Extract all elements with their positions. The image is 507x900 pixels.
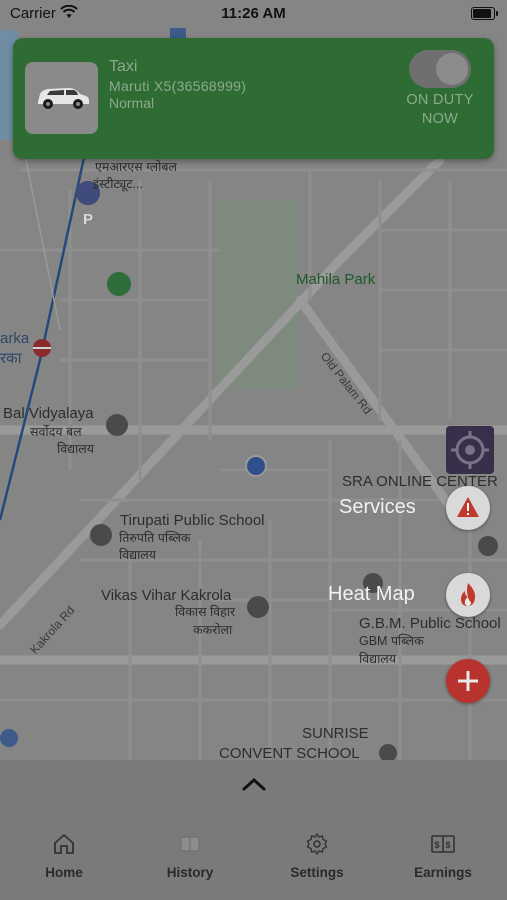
- map-label: ककरोला: [193, 623, 233, 637]
- recenter-button[interactable]: [446, 426, 494, 474]
- vehicle-type: Taxi: [109, 58, 138, 75]
- map-label: इंस्टीट्यूट...: [93, 177, 143, 191]
- heat-map-button[interactable]: [446, 573, 490, 617]
- map-label: सर्वोदय बल: [30, 425, 82, 439]
- duty-status-card: Taxi Maruti X5(36568999) Normal ON DUTY …: [13, 38, 494, 159]
- duty-status-label: ON DUTY NOW: [406, 92, 474, 127]
- clock: 11:26 AM: [221, 5, 286, 22]
- crosshair-icon: [451, 431, 489, 469]
- tab-label: Home: [45, 865, 83, 880]
- book-icon: [178, 832, 202, 861]
- status-bar: Carrier 11:26 AM: [0, 0, 507, 28]
- vehicle-model: Maruti X5(36568999): [109, 78, 247, 94]
- map-label: विकास विहार: [175, 605, 236, 619]
- services-button[interactable]: [446, 486, 490, 530]
- battery-icon: [471, 7, 498, 20]
- map-label: GBM पब्लिक: [359, 634, 424, 648]
- tab-earnings[interactable]: $ $ Earnings: [380, 820, 506, 900]
- map-label: CONVENT SCHOOL: [219, 745, 360, 760]
- map-label: एमआरएस ग्लोबल: [95, 160, 177, 174]
- tab-history[interactable]: History: [127, 820, 253, 900]
- svg-text:$: $: [435, 840, 440, 850]
- money-book-icon: $ $: [430, 832, 456, 861]
- map-label: तिरुपति पब्लिक: [119, 531, 191, 545]
- tab-home[interactable]: Home: [1, 820, 127, 900]
- vehicle-image: [25, 62, 98, 134]
- home-icon: [52, 832, 76, 861]
- map-label: Bal Vidyalaya: [3, 405, 94, 422]
- add-button[interactable]: [446, 659, 490, 703]
- tab-settings[interactable]: Settings: [254, 820, 380, 900]
- svg-text:$: $: [446, 840, 451, 850]
- svg-text:P: P: [83, 211, 93, 228]
- car-icon: [38, 88, 89, 109]
- map-label: रका: [0, 350, 22, 367]
- tab-bar: Home History Settings $ $ Earnings: [0, 820, 507, 900]
- services-label: Services: [339, 496, 416, 518]
- map-label: विद्यालय: [359, 652, 397, 666]
- duty-toggle[interactable]: [409, 50, 471, 88]
- map-label-park: Mahila Park: [296, 271, 376, 288]
- expand-handle[interactable]: [241, 775, 267, 793]
- map-label: विद्यालय: [119, 548, 157, 562]
- map-label: SUNRISE: [302, 725, 369, 742]
- plus-icon: [458, 671, 478, 691]
- tab-label: Earnings: [414, 865, 472, 880]
- tab-label: Settings: [290, 865, 344, 880]
- gear-icon: [305, 832, 329, 861]
- warning-icon: [457, 497, 479, 517]
- flame-icon: [461, 583, 476, 606]
- current-location-marker: [245, 455, 267, 477]
- map-label: arka: [0, 330, 30, 347]
- heat-map-label: Heat Map: [328, 583, 415, 605]
- chevron-up-icon: [242, 777, 266, 791]
- tab-label: History: [166, 865, 214, 880]
- map-label: G.B.M. Public School: [359, 615, 501, 632]
- bottom-panel: Home History Settings $ $ Earnings: [0, 760, 507, 900]
- toggle-knob: [436, 53, 468, 85]
- vehicle-class: Normal: [109, 95, 155, 111]
- map-label: Tirupati Public School: [120, 512, 265, 529]
- map-label: विद्यालय: [57, 442, 95, 456]
- map-label: Vikas Vihar Kakrola: [101, 587, 232, 604]
